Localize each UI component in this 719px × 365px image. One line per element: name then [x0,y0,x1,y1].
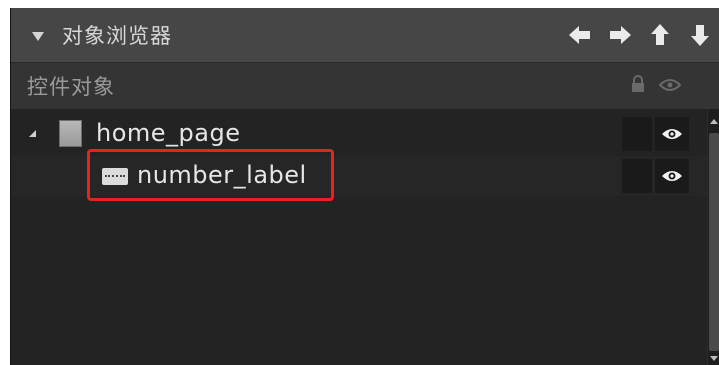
column-header: 控件对象 [11,62,719,109]
scroll-thumb[interactable] [709,133,719,351]
panel-title: 对象浏览器 [62,24,172,48]
tree-item-home-page[interactable]: home_page [11,114,708,154]
tree-item-label: home_page [96,119,241,147]
arrow-left-icon[interactable] [567,22,593,48]
collapse-triangle-icon[interactable] [32,31,44,41]
column-header-label: 控件对象 [27,75,115,99]
lock-icon[interactable] [631,75,645,97]
eye-icon[interactable] [658,77,682,96]
lock-toggle[interactable] [622,159,652,193]
tree-item-number-label[interactable]: number_label [11,156,708,196]
page-icon [59,120,82,147]
visibility-toggle[interactable] [655,159,689,193]
tree-item-label: number_label [137,161,307,189]
eye-icon [662,171,682,181]
scroll-down-icon[interactable] [710,356,718,361]
scroll-up-icon[interactable] [710,119,718,124]
visibility-toggle[interactable] [655,117,689,151]
object-tree: home_page number_label [11,109,708,365]
panel-titlebar: 对象浏览器 [11,8,719,62]
arrow-down-icon[interactable] [687,22,713,48]
expand-triangle-icon[interactable] [29,130,36,137]
vertical-scrollbar[interactable] [707,109,719,365]
column-header-icons [631,75,682,97]
arrow-right-icon[interactable] [607,22,633,48]
lock-toggle[interactable] [622,117,652,151]
object-browser-panel: 对象浏览器 控件对象 home_page number_label [10,8,719,365]
title-toolbar [567,8,713,62]
eye-icon [662,129,682,139]
label-widget-icon [102,168,128,185]
arrow-up-icon[interactable] [647,22,673,48]
